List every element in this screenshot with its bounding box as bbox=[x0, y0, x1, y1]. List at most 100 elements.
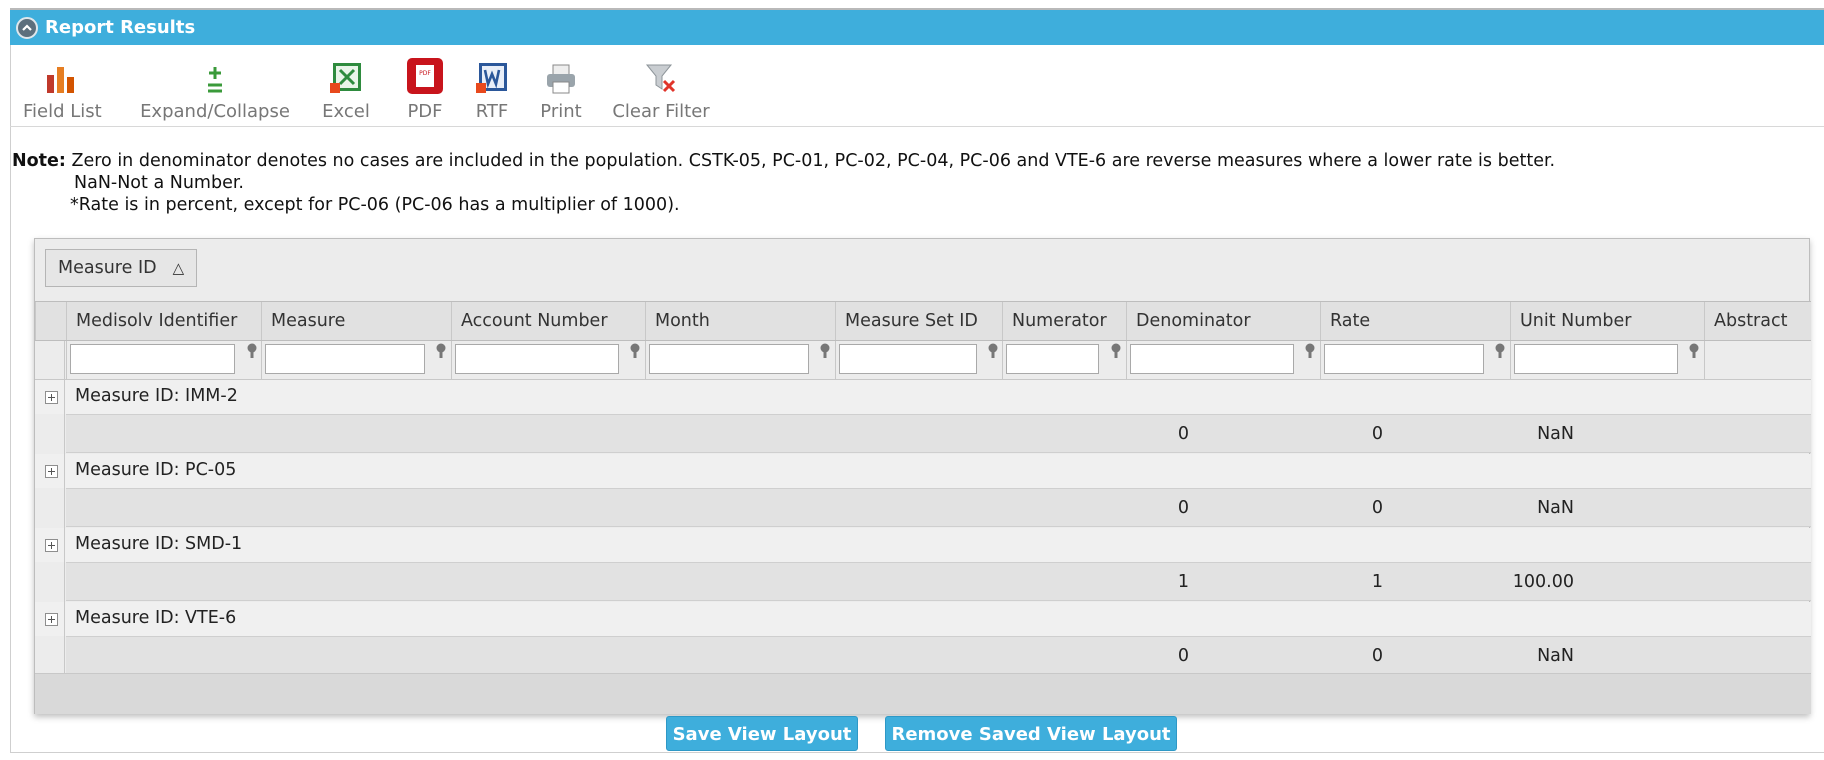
rate-value: 100.00 bbox=[1512, 572, 1574, 592]
column-header[interactable]: Account Number bbox=[451, 302, 646, 340]
filter-icon[interactable] bbox=[986, 343, 1000, 359]
column-header[interactable]: Numerator bbox=[1002, 302, 1127, 340]
denominator-value: 0 bbox=[1371, 646, 1383, 666]
summary-row: 0 0 NaN bbox=[66, 488, 1811, 527]
filter-input[interactable] bbox=[649, 344, 809, 374]
numerator-value: 0 bbox=[1177, 498, 1189, 518]
filter-cell bbox=[1704, 341, 1810, 379]
group-by-chip[interactable]: Measure ID △ bbox=[45, 249, 198, 287]
printer-icon bbox=[547, 64, 575, 94]
filter-input[interactable] bbox=[455, 344, 619, 374]
column-header[interactable]: Measure bbox=[261, 302, 452, 340]
note-line-3: *Rate is in percent, except for PC-06 (P… bbox=[70, 195, 680, 215]
save-view-layout-button[interactable]: Save View Layout bbox=[666, 716, 858, 751]
summary-row: 0 0 NaN bbox=[66, 636, 1811, 675]
filter-cell bbox=[261, 341, 452, 379]
group-row: Measure ID: PC-05 bbox=[35, 454, 1811, 488]
remove-saved-view-layout-button[interactable]: Remove Saved View Layout bbox=[885, 716, 1177, 751]
expand-collapse-button[interactable]: Expand/Collapse bbox=[137, 55, 293, 122]
clear-filter-icon bbox=[645, 64, 676, 93]
excel-label: Excel bbox=[322, 101, 370, 122]
numerator-value: 1 bbox=[1177, 572, 1189, 592]
denominator-value: 0 bbox=[1371, 424, 1383, 444]
filter-cell bbox=[835, 341, 1003, 379]
summary-row: 0 0 NaN bbox=[66, 414, 1811, 453]
report-results-page: Report Results Field List Expand/Collaps… bbox=[0, 0, 1824, 760]
filter-icon[interactable] bbox=[1303, 343, 1317, 359]
rate-value: NaN bbox=[1537, 646, 1574, 666]
field-list-label: Field List bbox=[23, 101, 102, 122]
group-row: Measure ID: VTE-6 bbox=[35, 602, 1811, 636]
filter-cell bbox=[1002, 341, 1127, 379]
rtf-export-button[interactable]: RTF bbox=[465, 55, 519, 122]
rate-value: NaN bbox=[1537, 498, 1574, 518]
filter-input[interactable] bbox=[70, 344, 235, 374]
word-rtf-icon bbox=[476, 63, 507, 93]
filter-icon[interactable] bbox=[1493, 343, 1507, 359]
denominator-value: 0 bbox=[1371, 498, 1383, 518]
excel-icon bbox=[330, 63, 361, 93]
print-label: Print bbox=[540, 101, 582, 122]
pdf-label: PDF bbox=[407, 101, 443, 122]
column-header[interactable]: Month bbox=[645, 302, 836, 340]
filter-icon[interactable] bbox=[1687, 343, 1701, 359]
toolbar: Field List Expand/Collapse Excel PDF PDF… bbox=[10, 45, 1824, 127]
numerator-value: 0 bbox=[1177, 424, 1189, 444]
pdf-export-button[interactable]: PDF PDF bbox=[400, 55, 450, 122]
filter-input[interactable] bbox=[1006, 344, 1099, 374]
grid-header-row: Medisolv Identifier Measure Account Numb… bbox=[35, 301, 1811, 341]
filter-input[interactable] bbox=[265, 344, 425, 374]
column-header[interactable]: Rate bbox=[1320, 302, 1511, 340]
filter-input[interactable] bbox=[1324, 344, 1484, 374]
expand-collapse-label: Expand/Collapse bbox=[140, 101, 290, 122]
column-header[interactable]: Medisolv Identifier bbox=[66, 302, 262, 340]
filter-cell bbox=[1320, 341, 1511, 379]
filter-icon[interactable] bbox=[434, 343, 448, 359]
group-label: Measure ID: PC-05 bbox=[75, 460, 237, 480]
clear-filter-button[interactable]: Clear Filter bbox=[608, 55, 714, 122]
group-by-label: Measure ID bbox=[58, 258, 157, 278]
filter-icon[interactable] bbox=[818, 343, 832, 359]
expand-collapse-icon bbox=[208, 67, 222, 93]
header-spacer bbox=[35, 302, 67, 340]
field-list-button[interactable]: Field List bbox=[23, 55, 102, 122]
report-note: Note: Zero in denominator denotes no cas… bbox=[12, 150, 1556, 215]
note-label: Note: bbox=[12, 151, 66, 171]
column-header[interactable]: Measure Set ID bbox=[835, 302, 1003, 340]
sort-ascending-icon: △ bbox=[172, 259, 185, 277]
grid-footer bbox=[35, 673, 1811, 714]
filter-icon[interactable] bbox=[1109, 343, 1123, 359]
filter-cell bbox=[645, 341, 836, 379]
filter-icon[interactable] bbox=[628, 343, 642, 359]
chevron-up-circle-icon[interactable] bbox=[16, 17, 38, 39]
denominator-value: 1 bbox=[1371, 572, 1383, 592]
pdf-icon: PDF bbox=[407, 58, 443, 94]
filter-cell bbox=[451, 341, 646, 379]
panel-title: Report Results bbox=[45, 17, 196, 38]
note-line-1: Zero in denominator denotes no cases are… bbox=[71, 151, 1556, 171]
field-list-icon bbox=[47, 67, 74, 93]
group-row: Measure ID: SMD-1 bbox=[35, 528, 1811, 562]
filter-cell bbox=[1126, 341, 1321, 379]
filter-row bbox=[35, 341, 1811, 380]
rtf-label: RTF bbox=[475, 101, 509, 122]
group-label: Measure ID: VTE-6 bbox=[75, 608, 237, 628]
filter-icon[interactable] bbox=[245, 343, 259, 359]
excel-export-button[interactable]: Excel bbox=[318, 55, 374, 122]
print-button[interactable]: Print bbox=[533, 55, 589, 122]
column-header[interactable]: Denominator bbox=[1126, 302, 1321, 340]
grid-row-gutter bbox=[35, 341, 65, 673]
filter-cell bbox=[1510, 341, 1705, 379]
filter-input[interactable] bbox=[1130, 344, 1294, 374]
svg-text:PDF: PDF bbox=[419, 70, 431, 77]
filter-input[interactable] bbox=[1514, 344, 1678, 374]
group-row: Measure ID: IMM-2 bbox=[35, 380, 1811, 414]
group-label: Measure ID: IMM-2 bbox=[75, 386, 238, 406]
summary-row: 1 1 100.00 bbox=[66, 562, 1811, 601]
filter-input[interactable] bbox=[839, 344, 977, 374]
clear-filter-label: Clear Filter bbox=[612, 101, 710, 122]
column-header[interactable]: Abstract bbox=[1704, 302, 1810, 340]
panel-header: Report Results bbox=[10, 8, 1824, 45]
column-header[interactable]: Unit Number bbox=[1510, 302, 1705, 340]
pivot-grid: Measure ID △ Medisolv Identifier Measure … bbox=[34, 238, 1811, 714]
